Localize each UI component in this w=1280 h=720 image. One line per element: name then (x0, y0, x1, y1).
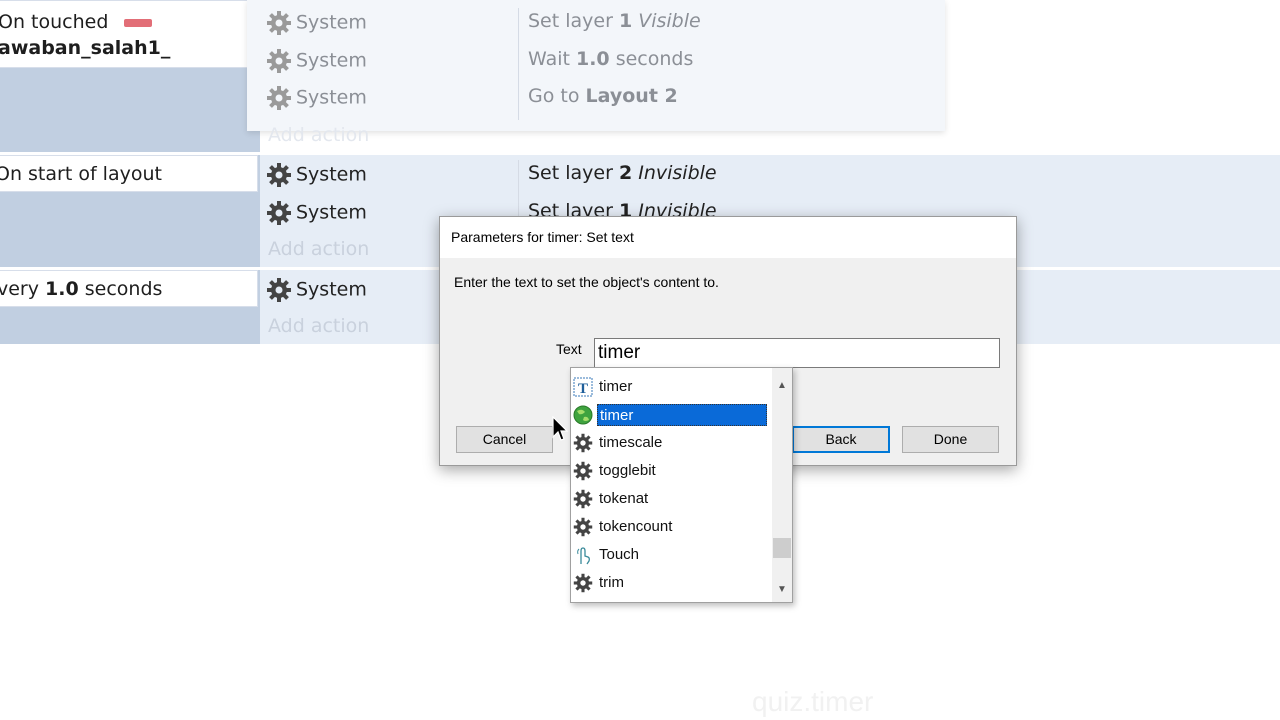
action-object-name: System (296, 11, 367, 34)
scroll-up-arrow-icon[interactable]: ▲ (772, 376, 792, 396)
autocomplete-item[interactable]: togglebit (571, 456, 771, 484)
text-field-label: Text (556, 341, 582, 357)
action-object-name: System (296, 163, 367, 186)
gear-icon (266, 200, 292, 226)
gear-icon (573, 517, 593, 537)
dropdown-scrollbar[interactable]: ▲ ▼ (772, 368, 792, 602)
autocomplete-item-label: tokenat (599, 490, 649, 507)
autocomplete-item[interactable]: Touch (571, 540, 771, 568)
autocomplete-item-label: timer (599, 378, 633, 395)
gear-icon (573, 433, 593, 453)
gear-icon (266, 48, 292, 74)
action-text: Go to (528, 85, 586, 107)
event2-condition-text: On start of layout (0, 163, 162, 185)
action-param: Layout 2 (585, 85, 678, 107)
text-input[interactable]: timer (594, 338, 1000, 368)
autocomplete-item-label: togglebit (599, 462, 656, 479)
condition-text-suffix: seconds (78, 278, 163, 300)
autocomplete-item[interactable]: trim (571, 568, 771, 596)
dialog-description: Enter the text to set the object's conte… (454, 274, 719, 290)
action-text: Set layer (528, 162, 619, 184)
column-divider (518, 8, 519, 120)
scroll-down-arrow-icon[interactable]: ▼ (772, 580, 792, 600)
autocomplete-item-label: timer (597, 404, 767, 426)
action-object-name: System (296, 278, 367, 301)
event3-condition-text: very 1.0 seconds (0, 278, 162, 300)
action-text: Set layer (528, 10, 619, 32)
action-text-suffix: seconds (609, 48, 694, 70)
action-param: 1.0 (575, 48, 610, 70)
event1-object-name: awaban_salah1_ (0, 37, 171, 59)
touch-hand-icon (573, 545, 593, 565)
autocomplete-item-label: Touch (599, 546, 640, 563)
action-object-name: System (296, 49, 367, 72)
autocomplete-item[interactable]: tokencount (571, 512, 771, 540)
action-object-name: System (296, 86, 367, 109)
event3-add-action[interactable]: Add action (268, 315, 369, 337)
mouse-cursor-icon (552, 415, 569, 446)
gear-icon (266, 85, 292, 111)
scrollbar-thumb[interactable] (773, 538, 791, 558)
action-param-italic: Invisible (632, 162, 717, 184)
autocomplete-item[interactable]: tokenat (571, 484, 771, 512)
autocomplete-item-label: timescale (599, 434, 663, 451)
action-param: 2 (618, 162, 633, 184)
condition-param: 1.0 (45, 278, 79, 300)
action-param-italic: Visible (632, 10, 701, 32)
svg-text:T: T (578, 381, 588, 397)
gear-icon (573, 573, 593, 593)
watermark: quiz.timer (752, 686, 874, 717)
autocomplete-item-label: trim (599, 574, 624, 591)
event1-condition[interactable]: On touched awaban_salah1_ (0, 0, 258, 68)
touch-marker-icon (124, 18, 153, 27)
done-button[interactable]: Done (902, 426, 999, 453)
action-text: Wait (528, 48, 576, 70)
autocomplete-item[interactable]: timescale (571, 428, 771, 456)
event2-condition[interactable]: On start of layout (0, 155, 258, 192)
action-param: 1 (618, 10, 633, 32)
event2-add-action[interactable]: Add action (268, 238, 369, 260)
cancel-button[interactable]: Cancel (456, 426, 553, 453)
autocomplete-dropdown[interactable]: T timer timer timescale togglebit tokena… (570, 367, 793, 603)
event1-condition-text: On touched (0, 11, 109, 33)
event3-condition[interactable]: very 1.0 seconds (0, 270, 258, 307)
autocomplete-item[interactable]: T timer (571, 372, 771, 400)
gear-icon (573, 461, 593, 481)
condition-text: very (0, 278, 46, 300)
autocomplete-item-selected[interactable]: timer (571, 400, 771, 428)
column-divider (518, 160, 519, 220)
text-object-icon: T (573, 377, 593, 397)
action-object-name: System (296, 201, 367, 224)
gear-icon (266, 10, 292, 36)
gear-icon (266, 162, 292, 188)
gear-icon (266, 277, 292, 303)
dialog-title: Parameters for timer: Set text (440, 217, 1016, 258)
autocomplete-item-label: tokencount (599, 518, 673, 535)
event1-add-action[interactable]: Add action (268, 124, 369, 146)
gear-icon (573, 489, 593, 509)
back-button[interactable]: Back (792, 426, 890, 453)
globe-icon (573, 405, 593, 425)
